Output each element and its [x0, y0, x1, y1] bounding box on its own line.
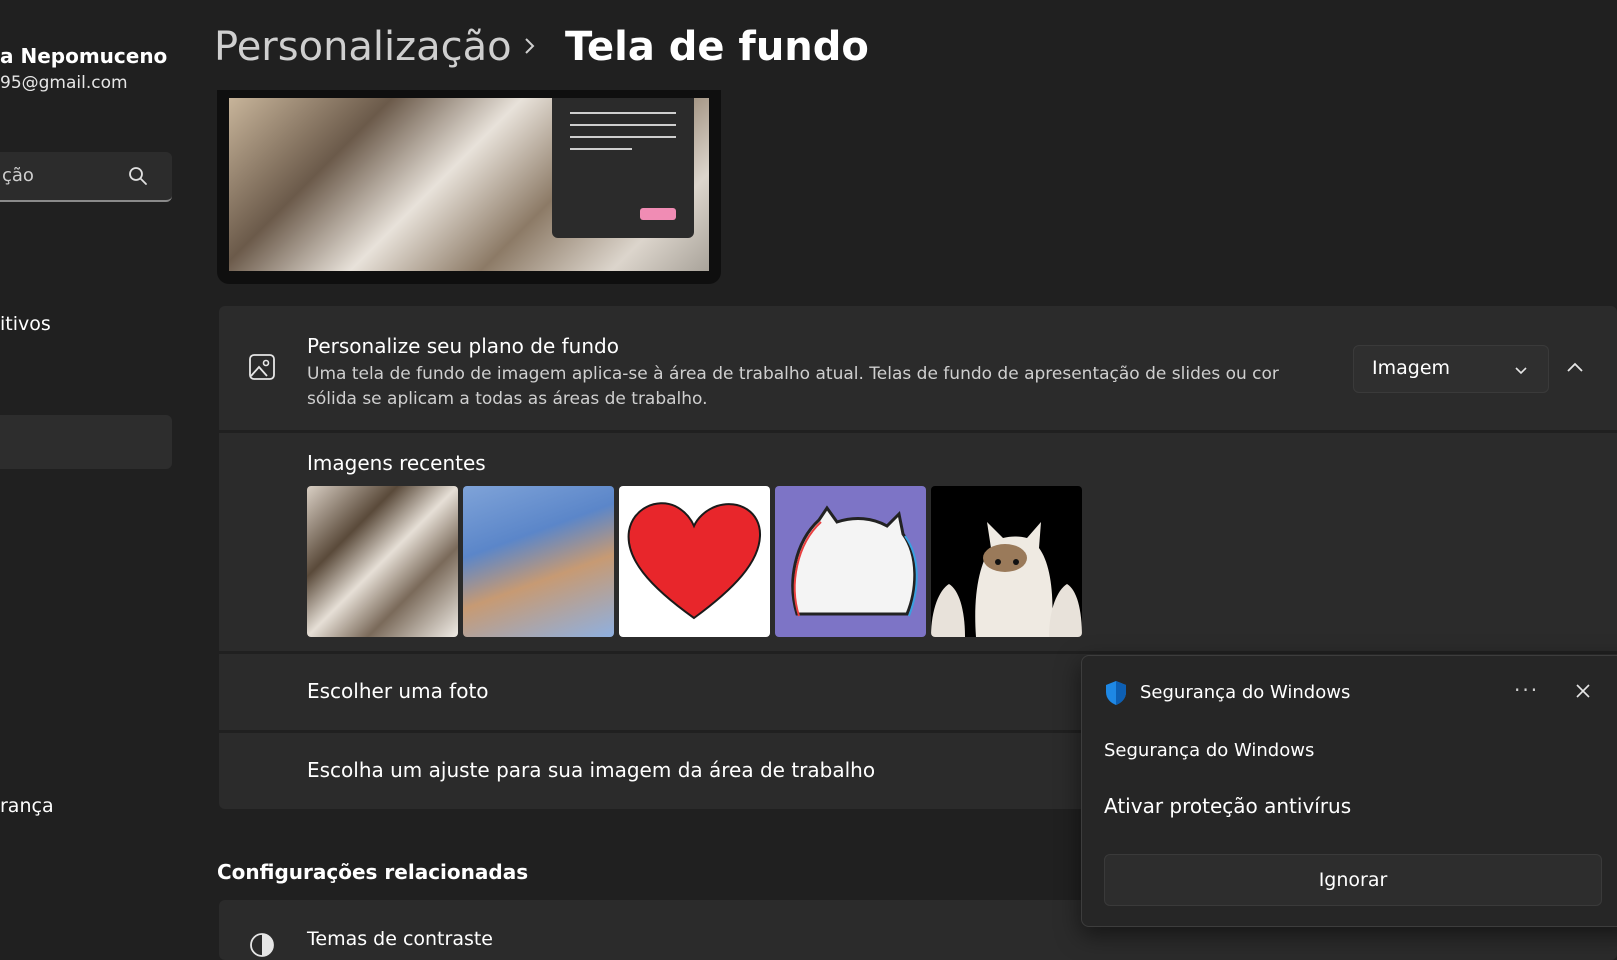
windows-security-toast[interactable]: Segurança do Windows ··· Segurança do Wi… [1081, 655, 1617, 927]
user-name: a Nepomuceno [0, 44, 168, 68]
toast-message: Ativar proteção antivírus [1104, 794, 1352, 818]
personalize-background-card[interactable]: Personalize seu plano de fundo Uma tela … [219, 306, 1617, 430]
sidebar-item-devices[interactable]: itivos [0, 313, 51, 335]
dropdown-value: Imagem [1372, 357, 1451, 379]
page-title: Tela de fundo [565, 24, 869, 70]
breadcrumb-parent[interactable]: Personalização [214, 24, 512, 70]
card-description: Uma tela de fundo de imagem aplica-se à … [307, 364, 1279, 409]
chevron-right-icon [525, 38, 535, 54]
sidebar-item-personalization[interactable] [0, 415, 172, 469]
chevron-up-icon[interactable] [1563, 356, 1587, 380]
recent-images-section: Imagens recentes [219, 433, 1617, 651]
contrast-icon [250, 933, 274, 957]
close-icon[interactable] [1574, 682, 1592, 700]
shield-icon [1106, 681, 1126, 705]
desktop-preview [217, 90, 721, 284]
dismiss-button[interactable]: Ignorar [1104, 854, 1602, 906]
choose-fit-label: Escolha um ajuste para sua imagem da áre… [307, 758, 876, 782]
image-icon [249, 354, 275, 380]
card-title: Personalize seu plano de fundo [307, 334, 619, 358]
chevron-down-icon [1515, 367, 1527, 375]
choose-photo-label: Escolher uma foto [307, 679, 489, 703]
recent-image-sky-cats[interactable] [463, 486, 614, 637]
background-type-dropdown[interactable]: Imagem [1353, 345, 1549, 393]
search-input[interactable]: ção [0, 152, 172, 202]
sidebar-item-privacy-security[interactable]: rança [0, 795, 54, 817]
preview-button [640, 208, 676, 220]
recent-images-title: Imagens recentes [307, 451, 486, 475]
user-email: 95@gmail.com [0, 73, 128, 93]
recent-image-cats-collage[interactable] [307, 486, 458, 637]
toast-heading: Segurança do Windows [1104, 740, 1315, 761]
recent-image-popcat[interactable] [931, 486, 1082, 637]
search-text: ção [2, 165, 34, 186]
preview-window [552, 98, 694, 238]
search-icon[interactable] [126, 164, 150, 188]
recent-image-heart[interactable] [619, 486, 770, 637]
contrast-themes-label: Temas de contraste [307, 928, 494, 950]
related-settings-heading: Configurações relacionadas [217, 860, 529, 884]
preview-wallpaper [229, 98, 709, 271]
more-options-icon[interactable]: ··· [1514, 678, 1539, 702]
recent-image-cartoon-cat[interactable] [775, 486, 926, 637]
toast-app-name: Segurança do Windows [1140, 682, 1351, 703]
